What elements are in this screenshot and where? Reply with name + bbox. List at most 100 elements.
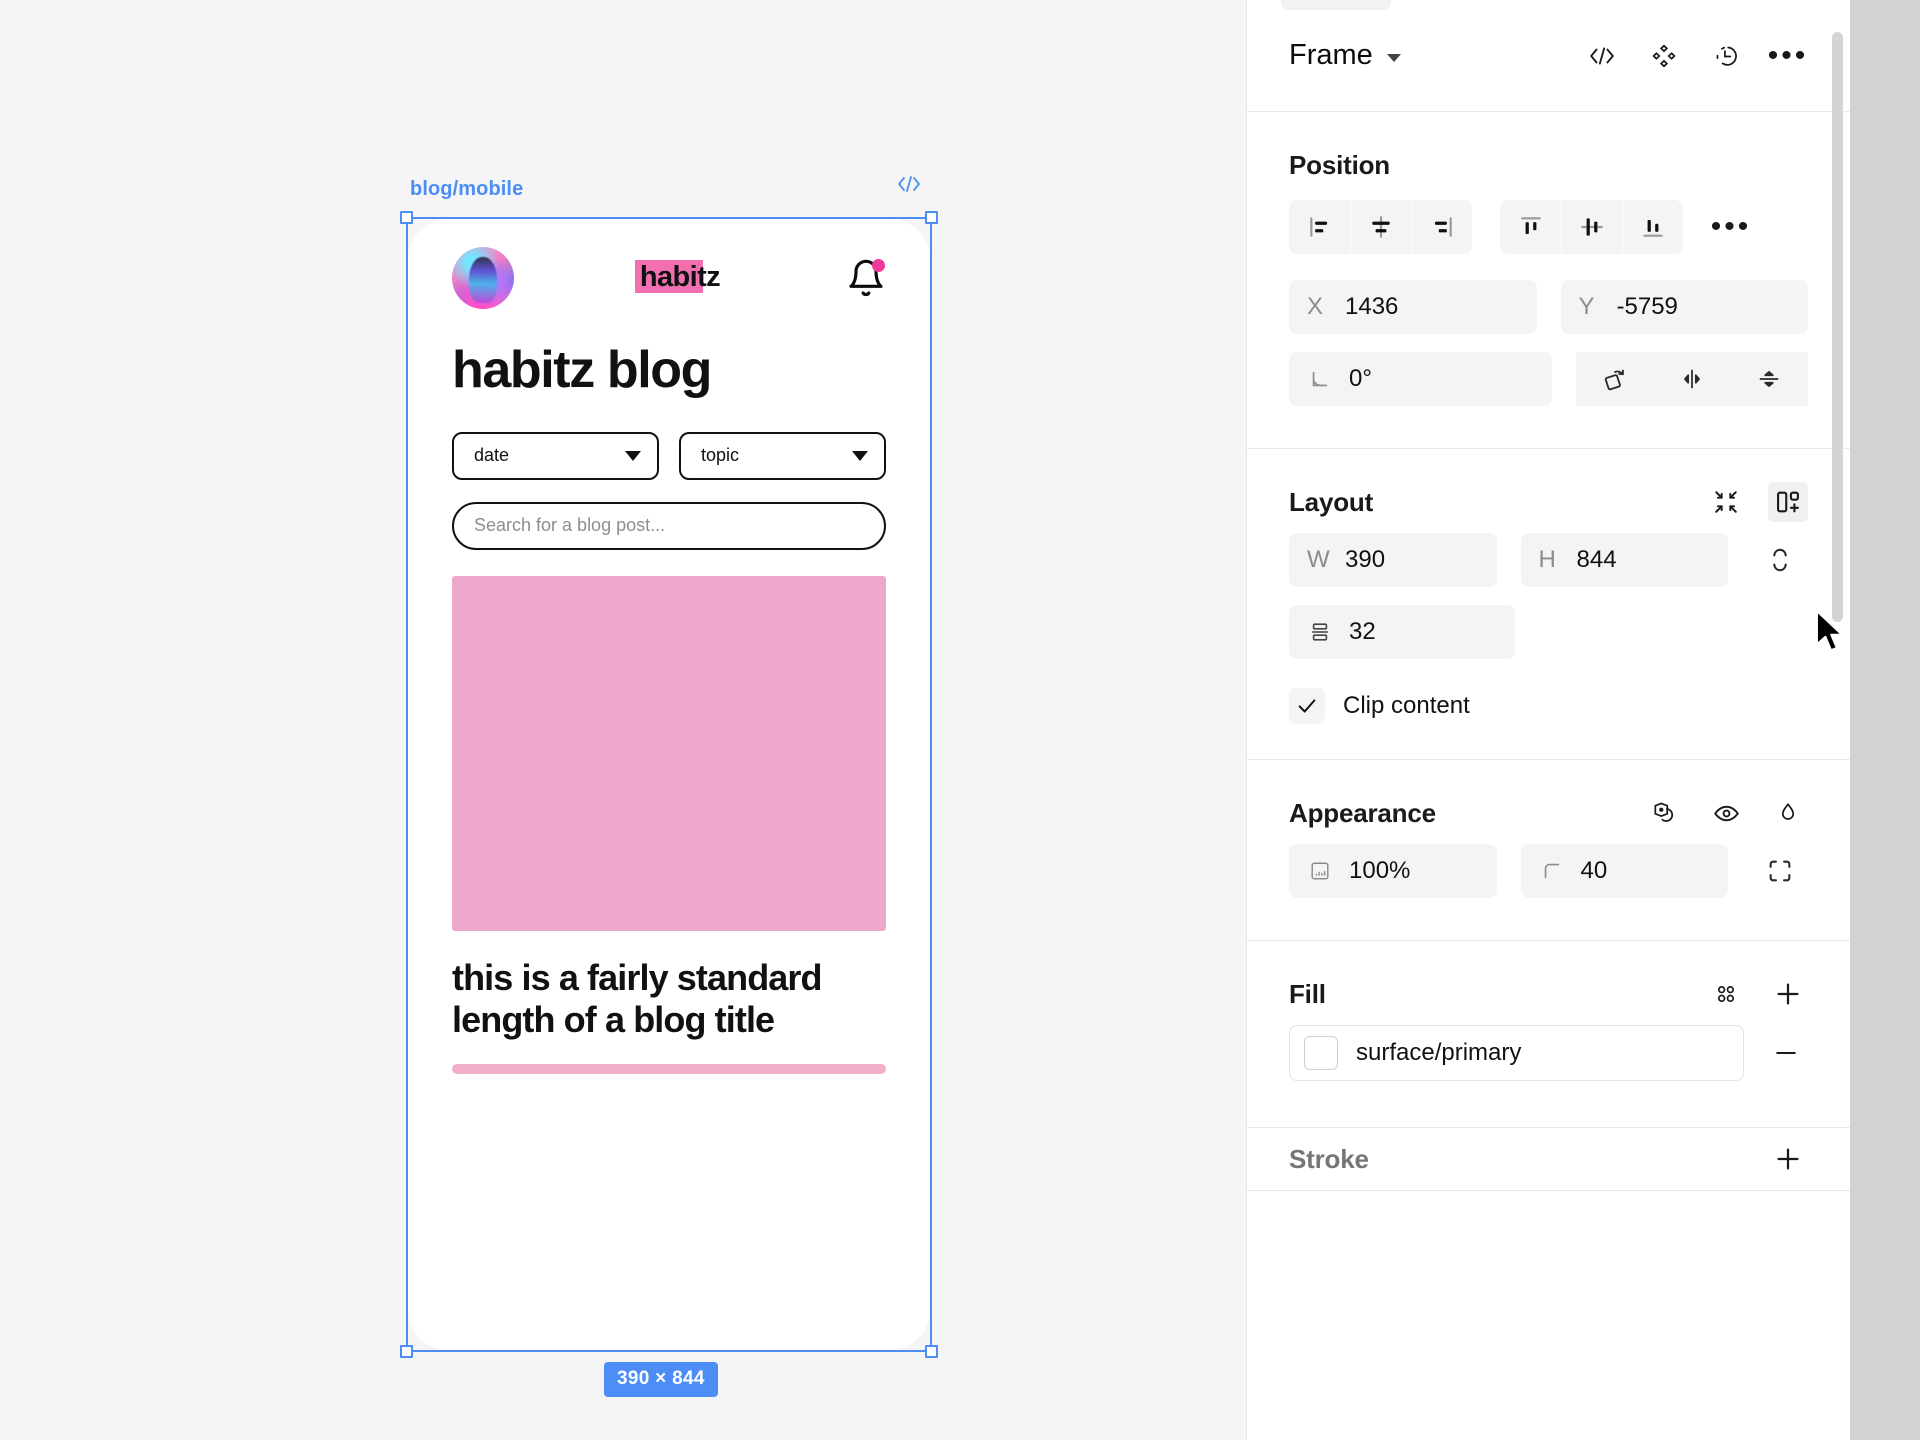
- visibility-icon[interactable]: [1706, 793, 1746, 833]
- appearance-header: Appearance: [1289, 782, 1808, 844]
- panel-top-partial-control[interactable]: [1281, 0, 1391, 10]
- component-icon[interactable]: [1644, 36, 1684, 76]
- fill-title: Fill: [1289, 978, 1326, 1009]
- vertical-spacing-input[interactable]: 32: [1289, 605, 1515, 659]
- x-label: X: [1307, 293, 1324, 320]
- position-section: Position ••• X 1436 Y -5759 0°: [1247, 112, 1850, 449]
- node-header-actions: •••: [1582, 36, 1808, 76]
- align-vertical-center-icon[interactable]: [1561, 200, 1622, 254]
- date-filter-label: date: [474, 445, 510, 466]
- post-thumbnail[interactable]: [452, 575, 886, 931]
- frame-name-label[interactable]: blog/mobile: [410, 178, 523, 201]
- appearance-header-actions: [1644, 793, 1808, 833]
- clip-content-row[interactable]: Clip content: [1289, 677, 1808, 735]
- width-input[interactable]: W 390: [1289, 533, 1497, 587]
- node-type-selector[interactable]: Frame: [1289, 39, 1401, 72]
- flip-vertical-icon[interactable]: [1730, 352, 1808, 406]
- rotate-icon[interactable]: [1576, 352, 1654, 406]
- stroke-header: Stroke: [1289, 1128, 1808, 1190]
- transform-buttons-group: [1576, 352, 1808, 406]
- opacity-input[interactable]: 100%: [1289, 844, 1497, 898]
- filter-row: date topic: [452, 431, 886, 480]
- search-placeholder: Search for a blog post...: [474, 515, 666, 536]
- height-input[interactable]: H 844: [1520, 533, 1728, 587]
- rotation-input[interactable]: 0°: [1289, 352, 1552, 406]
- align-right-icon[interactable]: [1411, 200, 1472, 254]
- layout-header: Layout: [1289, 471, 1808, 533]
- notification-badge-dot: [871, 259, 885, 272]
- corner-radius-input[interactable]: 40: [1520, 844, 1728, 898]
- align-horizontal-center-icon[interactable]: [1350, 200, 1411, 254]
- alignment-toolbar: •••: [1289, 200, 1808, 254]
- fill-header-actions: [1706, 974, 1808, 1014]
- chevron-down-icon: [625, 450, 641, 461]
- chevron-down-icon: [1386, 54, 1401, 62]
- fill-style-chip[interactable]: surface/primary: [1289, 1025, 1744, 1081]
- xy-fields-row: X 1436 Y -5759: [1289, 280, 1808, 334]
- vertical-align-group: [1500, 200, 1683, 254]
- clip-content-checkbox[interactable]: [1289, 688, 1325, 724]
- node-type-header: Frame •••: [1247, 0, 1850, 112]
- resize-handle-top-left[interactable]: [400, 211, 413, 224]
- flip-horizontal-icon[interactable]: [1653, 352, 1731, 406]
- align-left-icon[interactable]: [1289, 200, 1350, 254]
- y-value: -5759: [1616, 293, 1678, 320]
- chevron-down-icon: [852, 450, 868, 461]
- resize-handle-bottom-right[interactable]: [925, 1345, 938, 1358]
- individual-corners-icon[interactable]: [1752, 844, 1808, 898]
- resize-handle-bottom-left[interactable]: [400, 1345, 413, 1358]
- w-label: W: [1307, 546, 1330, 573]
- appearance-title: Appearance: [1289, 797, 1436, 828]
- add-auto-layout-icon[interactable]: [1768, 482, 1808, 522]
- create-instance-icon[interactable]: [1706, 36, 1746, 76]
- topic-filter-dropdown[interactable]: topic: [679, 431, 886, 480]
- node-type-label: Frame: [1289, 39, 1373, 71]
- search-input[interactable]: Search for a blog post...: [452, 501, 886, 550]
- panel-scrollbar[interactable]: [1832, 32, 1843, 622]
- style-picker-icon[interactable]: [1706, 974, 1746, 1014]
- h-value: 844: [1576, 546, 1617, 573]
- design-canvas[interactable]: blog/mobile habitz habitz blog date topi…: [0, 0, 1246, 1440]
- align-bottom-icon[interactable]: [1622, 200, 1683, 254]
- window-right-gutter: [1850, 0, 1920, 1440]
- h-label: H: [1538, 546, 1556, 573]
- remove-fill-icon[interactable]: [1764, 1031, 1808, 1075]
- post-divider: [452, 1063, 886, 1074]
- date-filter-dropdown[interactable]: date: [452, 431, 659, 480]
- wh-fields-row: W 390 H 844: [1289, 533, 1808, 587]
- vertical-spacing-icon: [1307, 619, 1333, 645]
- layout-title: Layout: [1289, 486, 1374, 517]
- notification-bell-icon[interactable]: [846, 258, 886, 298]
- resize-handle-top-right[interactable]: [925, 211, 938, 224]
- blend-mode-icon[interactable]: [1644, 793, 1684, 833]
- properties-panel: Frame ••• Position ••• X 1436 Y -5759 0°…: [1246, 0, 1850, 1440]
- position-header: Position: [1289, 134, 1808, 196]
- y-position-input[interactable]: Y -5759: [1560, 280, 1808, 334]
- avatar[interactable]: [452, 247, 514, 309]
- add-fill-icon[interactable]: [1768, 974, 1808, 1014]
- clip-content-label: Clip content: [1343, 692, 1470, 719]
- align-top-icon[interactable]: [1500, 200, 1561, 254]
- logo-text: habitz: [639, 260, 721, 293]
- code-icon[interactable]: [1582, 36, 1622, 76]
- mobile-frame-content: habitz habitz blog date topic Search for…: [408, 219, 930, 1074]
- fill-item: surface/primary: [1289, 1025, 1808, 1081]
- more-options-icon[interactable]: •••: [1768, 36, 1808, 76]
- position-title: Position: [1289, 149, 1390, 180]
- opacity-field-icon: [1307, 858, 1333, 884]
- code-icon[interactable]: [897, 174, 921, 194]
- constraints-icon[interactable]: [1752, 533, 1808, 587]
- more-align-options-icon[interactable]: •••: [1711, 207, 1751, 247]
- app-header: habitz: [452, 219, 886, 315]
- post-title[interactable]: this is a fairly standard length of a bl…: [452, 957, 886, 1042]
- y-label: Y: [1578, 293, 1595, 320]
- rotation-value: 0°: [1349, 365, 1372, 392]
- add-stroke-icon[interactable]: [1768, 1139, 1808, 1179]
- opacity-icon[interactable]: [1768, 793, 1808, 833]
- mobile-frame-preview[interactable]: habitz habitz blog date topic Search for…: [408, 219, 930, 1350]
- fill-color-swatch[interactable]: [1304, 1036, 1338, 1070]
- x-value: 1436: [1345, 293, 1399, 320]
- resize-to-fit-icon[interactable]: [1706, 482, 1746, 522]
- topic-filter-label: topic: [701, 445, 740, 466]
- x-position-input[interactable]: X 1436: [1289, 280, 1537, 334]
